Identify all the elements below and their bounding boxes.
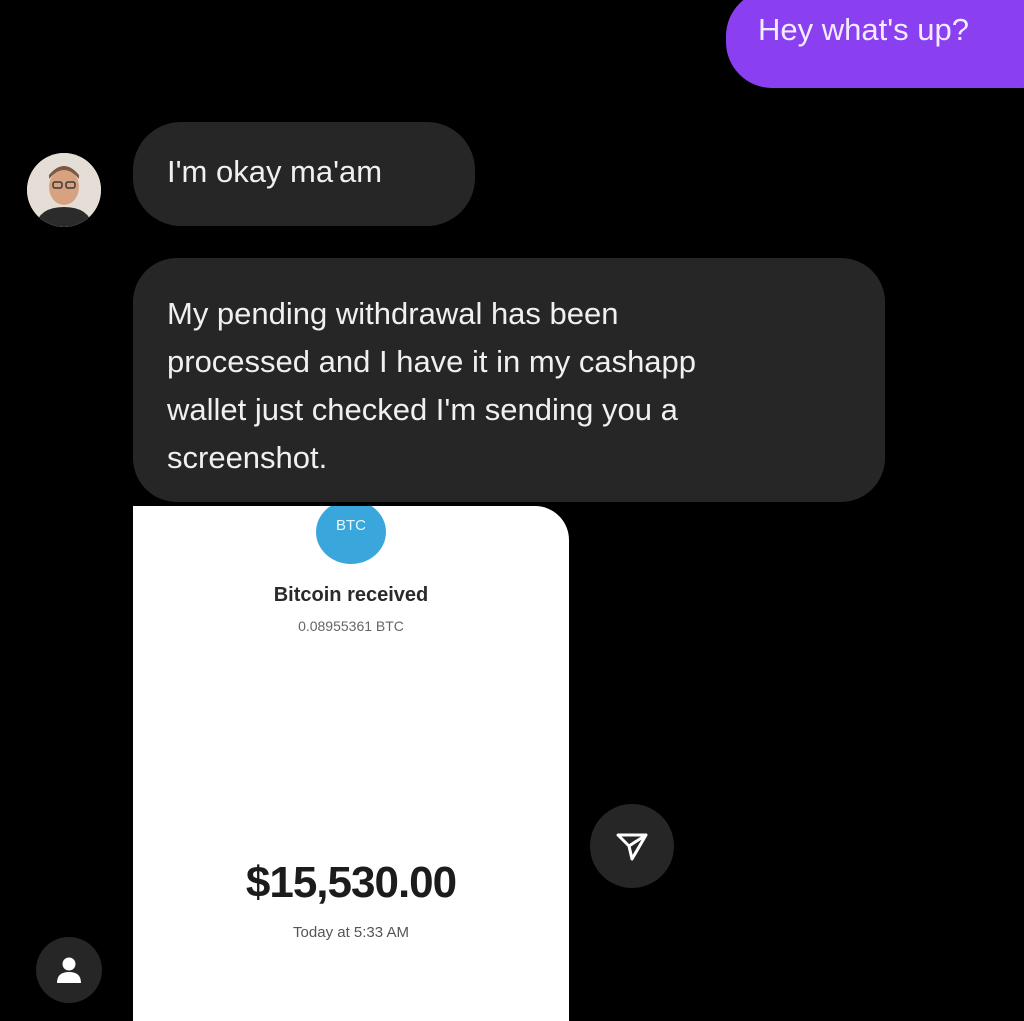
sent-message-text: Hey what's up? [758,12,969,47]
receipt-title: Bitcoin received [273,584,429,606]
message-line: My pending withdrawal has been [167,296,619,331]
contact-avatar[interactable] [27,153,101,227]
received-message-bubble[interactable]: My pending withdrawal has been processed… [133,258,885,502]
message-line: wallet just checked I'm sending you a [167,392,678,427]
person-icon [57,957,81,983]
message-line: screenshot. [167,440,328,475]
received-message-text: I'm okay ma'am [167,154,383,189]
btc-badge: BTC [316,506,386,564]
screenshot-attachment[interactable]: BTC Bitcoin received 0.08955361 BTC $15,… [133,506,569,1021]
usd-amount: $15,530.00 [245,858,457,907]
share-button[interactable] [590,804,674,888]
received-message-bubble[interactable]: I'm okay ma'am [133,122,475,226]
share-paper-plane-icon [616,833,648,861]
sent-message-bubble[interactable]: Hey what's up? [726,0,1024,88]
message-line: processed and I have it in my cashapp [167,344,697,379]
chat-screen: Hey what's up? I'm okay ma'am My pending… [0,0,1024,1021]
crypto-amount: 0.08955361 BTC [298,618,404,634]
profile-button[interactable] [36,937,102,1003]
receipt-timestamp: Today at 5:33 AM [293,924,409,941]
avatar-photo-icon [27,153,101,227]
